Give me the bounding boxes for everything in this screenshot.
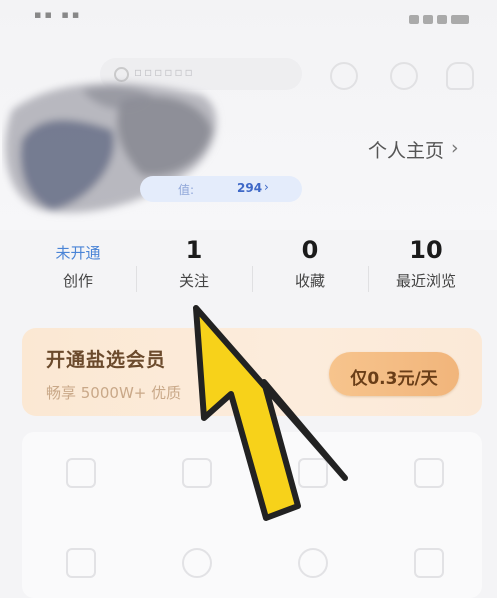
vip-subtitle: 畅享 5000W+ 优质: [46, 384, 182, 402]
grid-item-icon[interactable]: [66, 548, 96, 578]
value-badge[interactable]: [140, 176, 302, 202]
notification-icon[interactable]: [446, 62, 474, 90]
value-number: 294: [237, 181, 263, 195]
vip-title: 开通盐选会员: [46, 349, 167, 371]
stat-favorites-label[interactable]: 收藏: [250, 270, 370, 291]
stat-favorites-value[interactable]: 0: [250, 236, 370, 264]
grid-item-icon[interactable]: [414, 548, 444, 578]
stat-following-value[interactable]: 1: [134, 236, 254, 264]
profile-homepage-link[interactable]: 个人主页: [368, 136, 444, 163]
status-icons: [349, 9, 469, 24]
chevron-right-icon: ›: [451, 137, 459, 159]
status-time: ▪▪ ▪▪: [34, 8, 83, 21]
top-action-icon[interactable]: [390, 62, 418, 90]
stat-creation-value[interactable]: 未开通: [18, 242, 138, 263]
stat-creation-label[interactable]: 创作: [18, 270, 138, 291]
stat-recent-label[interactable]: 最近浏览: [366, 270, 486, 291]
grid-item-icon[interactable]: [182, 548, 212, 578]
chevron-right-icon: ›: [264, 180, 269, 194]
grid-item-icon[interactable]: [414, 458, 444, 488]
top-action-icon[interactable]: [330, 62, 358, 90]
grid-item-icon[interactable]: [298, 548, 328, 578]
cursor-arrow-icon: [193, 305, 348, 521]
stat-recent-value[interactable]: 10: [366, 236, 486, 264]
stat-following-label[interactable]: 关注: [134, 270, 254, 291]
grid-item-icon[interactable]: [66, 458, 96, 488]
avatar[interactable]: [2, 70, 232, 228]
value-label: 值:: [178, 183, 195, 197]
